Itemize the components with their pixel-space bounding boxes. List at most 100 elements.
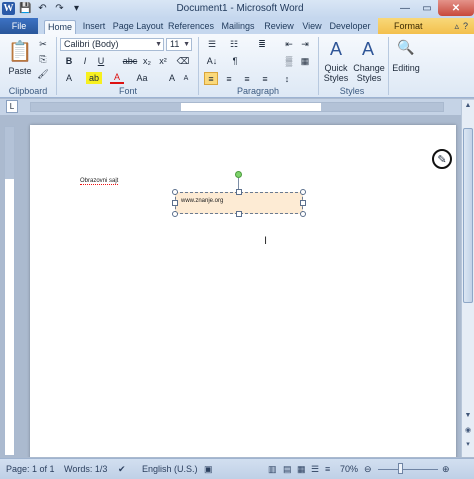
font-color-icon[interactable]: A [110, 72, 124, 84]
vertical-ruler-margin [5, 127, 14, 179]
justify-button[interactable]: ≡ [258, 72, 272, 85]
redo-icon[interactable]: ↷ [53, 2, 66, 15]
italic-button[interactable]: I [78, 55, 92, 67]
resize-handle-left[interactable] [172, 200, 178, 206]
minimize-ribbon-icon[interactable]: ▵ [454, 21, 459, 32]
multilevel-list-icon[interactable]: ≣ [254, 38, 270, 50]
tab-file[interactable]: File [0, 18, 38, 34]
resize-handle-top[interactable] [236, 189, 242, 195]
separator [198, 37, 199, 95]
zoom-slider-knob[interactable] [398, 463, 403, 474]
close-button[interactable]: ✕ [438, 0, 474, 16]
tab-selector-icon[interactable]: L [6, 100, 18, 113]
record-indicator-icon: ✎ [432, 149, 452, 169]
view-web-icon[interactable]: ▦ [297, 464, 306, 475]
sort-icon[interactable]: A↓ [204, 55, 220, 67]
cut-icon[interactable]: ✂ [36, 38, 50, 50]
undo-icon[interactable]: ↶ [36, 2, 49, 15]
page[interactable]: ✎ Obrazovni sajt www.znanje.org I [30, 125, 456, 457]
editing-icon[interactable]: 🔍 [396, 38, 416, 56]
resize-handle-bottom-left[interactable] [172, 211, 178, 217]
previous-browse-icon[interactable]: ◉ [462, 426, 474, 436]
shading-icon[interactable]: ▒ [282, 55, 296, 67]
vertical-scrollbar[interactable]: ▲ ▼ ◉ ▾ [461, 100, 474, 457]
quick-styles-icon[interactable]: A [324, 38, 348, 60]
grow-font-icon[interactable]: A [166, 72, 178, 84]
ruler-strip[interactable] [30, 102, 444, 112]
scroll-up-arrow[interactable]: ▲ [462, 102, 474, 112]
word-logo-icon[interactable]: W [2, 2, 15, 15]
word-count[interactable]: Words: 1/3 [64, 464, 107, 474]
resize-handle-right[interactable] [300, 200, 306, 206]
scroll-down-arrow[interactable]: ▼ [462, 412, 474, 422]
zoom-level[interactable]: 70% [340, 464, 358, 474]
change-case-icon[interactable]: Aa [134, 72, 150, 84]
paste-button[interactable]: Paste [6, 65, 34, 77]
resize-handle-top-right[interactable] [300, 189, 306, 195]
font-size-combo[interactable]: 11 ▼ [166, 38, 192, 51]
tab-insert[interactable]: Insert [80, 20, 108, 34]
resize-handle-top-left[interactable] [172, 189, 178, 195]
borders-icon[interactable]: ▦ [298, 55, 312, 67]
line-spacing-icon[interactable]: ↕ [280, 72, 294, 85]
tab-view[interactable]: View [300, 20, 324, 34]
customize-qat-icon[interactable]: ▾ [70, 2, 83, 15]
quick-styles-button[interactable]: Quick Styles [320, 62, 352, 84]
paste-icon[interactable]: 📋 [6, 38, 34, 64]
tab-mailings[interactable]: Mailings [218, 20, 258, 34]
numbering-icon[interactable]: ☷ [226, 38, 242, 50]
next-browse-icon[interactable]: ▾ [462, 440, 474, 450]
tab-developer[interactable]: Developer [328, 20, 372, 34]
tab-references[interactable]: References [168, 20, 214, 34]
align-right-button[interactable]: ≡ [240, 72, 254, 85]
copy-icon[interactable]: ⎘ [36, 53, 50, 65]
minimize-button[interactable]: — [394, 0, 416, 16]
shrink-font-icon[interactable]: A [180, 72, 192, 84]
document-area[interactable]: ✎ Obrazovni sajt www.znanje.org I [18, 115, 460, 457]
help-icon[interactable]: ? [463, 21, 468, 32]
maximize-button[interactable]: ▭ [416, 0, 438, 16]
zoom-in-icon[interactable]: ⊕ [442, 464, 450, 475]
highlight-icon[interactable]: ab [86, 72, 102, 84]
scroll-thumb[interactable] [463, 128, 473, 303]
zoom-slider[interactable] [378, 469, 438, 470]
tab-home[interactable]: Home [44, 20, 76, 34]
align-left-button[interactable]: ≡ [204, 72, 218, 85]
document-paragraph[interactable]: Obrazovni sajt [80, 178, 119, 185]
rotation-handle[interactable] [235, 171, 242, 178]
view-print-layout-icon[interactable]: ▥ [268, 464, 277, 475]
view-draft-icon[interactable]: ≡ [325, 464, 330, 474]
page-count[interactable]: Page: 1 of 1 [6, 464, 55, 474]
save-icon[interactable]: 💾 [19, 2, 32, 15]
decrease-indent-icon[interactable]: ⇤ [282, 38, 296, 50]
view-outline-icon[interactable]: ☰ [311, 464, 319, 475]
bold-button[interactable]: B [62, 55, 76, 67]
ribbon-tabs: File Home Insert Page Layout References … [0, 18, 474, 34]
superscript-button[interactable]: x² [156, 55, 170, 67]
underline-button[interactable]: U [94, 55, 108, 67]
text-box-content[interactable]: www.znanje.org [181, 198, 223, 204]
format-painter-icon[interactable]: 🖌 [36, 68, 50, 80]
view-full-screen-icon[interactable]: ▤ [283, 464, 292, 475]
text-effects-icon[interactable]: A [62, 72, 76, 84]
macro-record-icon[interactable]: ▣ [204, 464, 213, 475]
subscript-button[interactable]: x₂ [140, 55, 154, 67]
font-name-combo[interactable]: Calibri (Body) ▼ [60, 38, 164, 51]
change-styles-button[interactable]: Change Styles [352, 62, 386, 84]
bullets-icon[interactable]: ☰ [204, 38, 220, 50]
align-center-button[interactable]: ≡ [222, 72, 236, 85]
increase-indent-icon[interactable]: ⇥ [298, 38, 312, 50]
change-styles-icon[interactable]: A [356, 38, 380, 60]
proofing-icon[interactable]: ✔ [118, 464, 126, 475]
tab-page-layout[interactable]: Page Layout [112, 20, 164, 34]
strikethrough-button[interactable]: abc [122, 55, 138, 67]
resize-handle-bottom-right[interactable] [300, 211, 306, 217]
clear-formatting-icon[interactable]: ⌫ [176, 55, 190, 67]
zoom-out-icon[interactable]: ⊖ [364, 464, 372, 475]
separator [318, 37, 319, 95]
language[interactable]: English (U.S.) [142, 464, 198, 474]
tab-review[interactable]: Review [262, 20, 296, 34]
resize-handle-bottom[interactable] [236, 211, 242, 217]
editing-button[interactable]: Editing [390, 62, 422, 74]
show-marks-icon[interactable]: ¶ [228, 55, 242, 67]
